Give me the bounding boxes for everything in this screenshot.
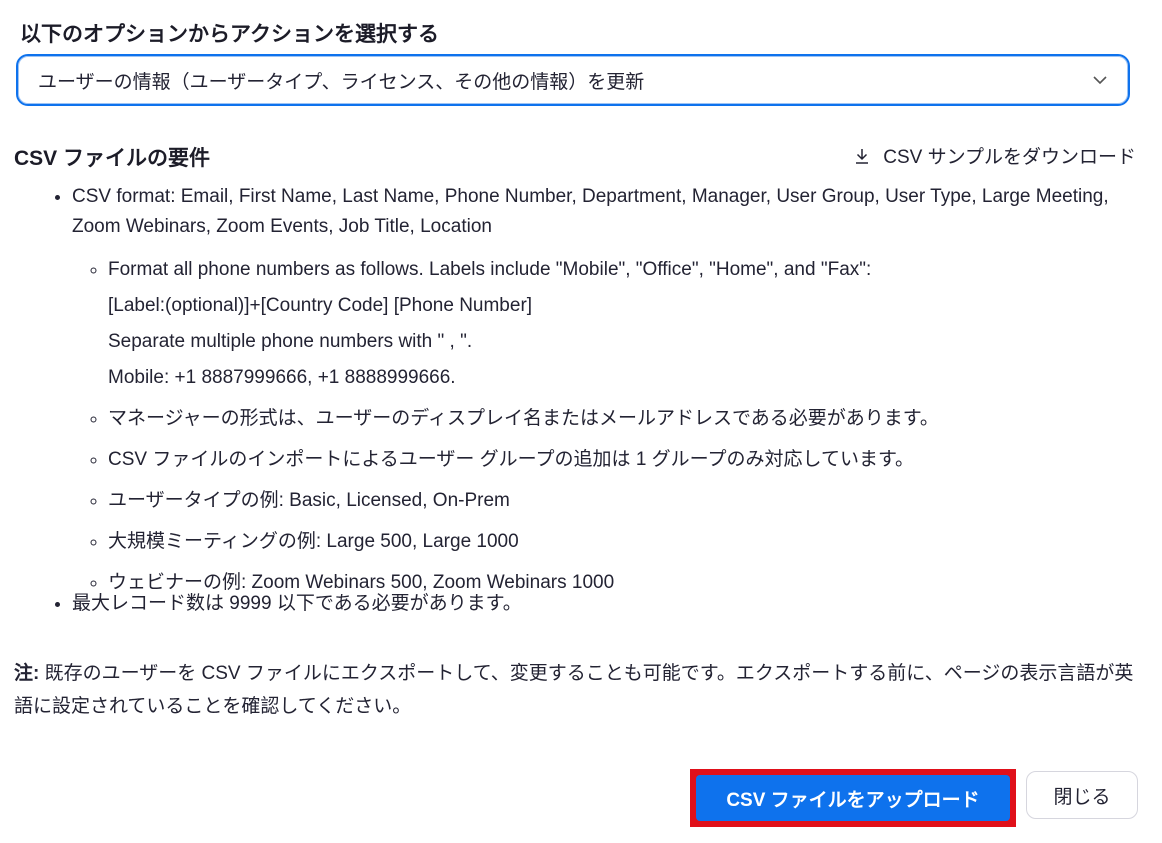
download-sample-label: CSV サンプルをダウンロード xyxy=(883,147,1136,168)
download-sample-link[interactable]: CSV サンプルをダウンロード xyxy=(853,142,1136,169)
phone-format-line: Mobile: +1 8887999666, +1 8888999666. xyxy=(108,367,456,388)
sublist-item: ユーザータイプの例: Basic, Licensed, On-Prem xyxy=(108,483,1152,519)
note-prefix: 注: xyxy=(14,663,40,684)
sublist-item: マネージャーの形式は、ユーザーのディスプレイ名またはメールアドレスである必要があ… xyxy=(108,401,1152,437)
requirements-title: CSV ファイルの要件 xyxy=(14,147,211,170)
note-body: 既存のユーザーを CSV ファイルにエクスポートして、変更することも可能です。エ… xyxy=(14,663,1134,717)
chevron-down-icon xyxy=(1093,76,1107,85)
requirements-sublist: Format all phone numbers as follows. Lab… xyxy=(72,252,1152,601)
action-select-label: 以下のオプションからアクションを選択する xyxy=(20,23,439,46)
phone-format-item: Format all phone numbers as follows. Lab… xyxy=(108,252,1152,396)
note-text: 注: 既存のユーザーを CSV ファイルにエクスポートして、変更することも可能で… xyxy=(14,657,1144,723)
action-select[interactable]: ユーザーの情報（ユーザータイプ、ライセンス、その他の情報）を更新 xyxy=(16,54,1130,106)
phone-format-line: Separate multiple phone numbers with " ,… xyxy=(108,331,473,352)
sublist-item: 大規模ミーティングの例: Large 500, Large 1000 xyxy=(108,524,1152,560)
action-select-value: ユーザーの情報（ユーザータイプ、ライセンス、その他の情報）を更新 xyxy=(38,71,645,93)
csv-import-dialog: 以下のオプションからアクションを選択する ユーザーの情報（ユーザータイプ、ライセ… xyxy=(0,0,1162,843)
requirements-list: CSV format: Email, First Name, Last Name… xyxy=(48,182,1152,619)
sublist-item: CSV ファイルのインポートによるユーザー グループの追加は 1 グループのみ対… xyxy=(108,442,1152,478)
upload-csv-button[interactable]: CSV ファイルをアップロード xyxy=(696,775,1010,821)
upload-button-highlight: CSV ファイルをアップロード xyxy=(690,769,1016,827)
phone-format-line: Format all phone numbers as follows. Lab… xyxy=(108,259,872,280)
csv-format-text: CSV format: Email, First Name, Last Name… xyxy=(72,186,1109,237)
download-icon xyxy=(856,148,869,164)
phone-format-line: [Label:(optional)]+[Country Code] [Phone… xyxy=(108,295,533,316)
requirement-item: CSV format: Email, First Name, Last Name… xyxy=(72,182,1152,601)
close-button[interactable]: 閉じる xyxy=(1026,771,1138,819)
